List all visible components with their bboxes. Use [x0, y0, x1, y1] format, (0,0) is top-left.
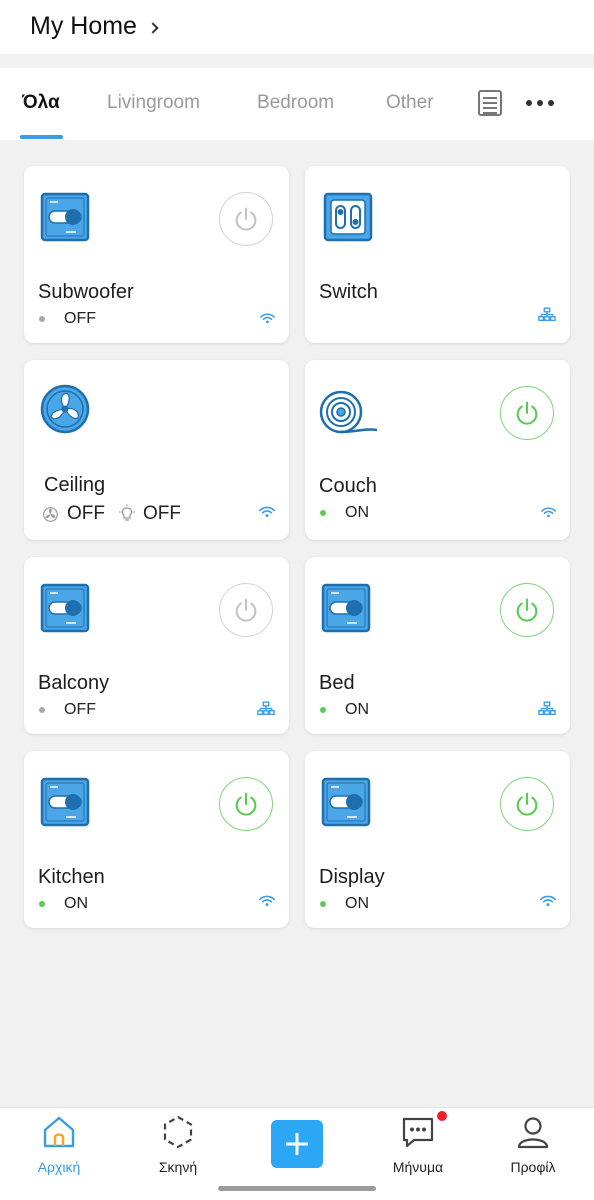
- device-status: OFF OFF: [38, 503, 181, 525]
- wifi-icon: [260, 313, 275, 324]
- status-text: OFF: [64, 310, 96, 327]
- double-switch-icon: [323, 192, 373, 242]
- status-dot: [39, 316, 45, 322]
- status-dot: [39, 901, 45, 907]
- device-card-ceiling[interactable]: Ceiling OFF OFF: [24, 360, 289, 540]
- wifi-icon: [259, 506, 275, 518]
- message-icon: [402, 1117, 434, 1148]
- fan-icon: [40, 384, 90, 434]
- notification-badge: [437, 1111, 447, 1121]
- device-name: Switch: [319, 281, 378, 303]
- led-strip-icon: [319, 388, 379, 438]
- status-text: OFF: [64, 701, 96, 718]
- more-options-icon[interactable]: [526, 100, 554, 106]
- room-list-icon[interactable]: [478, 90, 502, 116]
- device-name: Kitchen: [38, 866, 105, 888]
- power-icon: [513, 399, 541, 427]
- tab-all[interactable]: Όλα: [22, 92, 60, 114]
- power-icon: [513, 596, 541, 624]
- nav-messages-label: Μήνυμα: [392, 1159, 444, 1175]
- nav-home[interactable]: Αρχική: [14, 1114, 104, 1175]
- device-name: Ceiling: [44, 474, 106, 496]
- wifi-icon: [540, 895, 556, 907]
- device-card-switch[interactable]: Switch: [305, 166, 570, 343]
- tab-other[interactable]: Other: [386, 92, 434, 114]
- tab-bedroom[interactable]: Bedroom: [257, 92, 334, 114]
- power-button[interactable]: [500, 777, 554, 831]
- status-text: ON: [345, 504, 369, 521]
- device-card-balcony[interactable]: Balcony OFF: [24, 557, 289, 734]
- light-status-text: OFF: [143, 503, 181, 524]
- power-icon: [513, 790, 541, 818]
- status-dot: [320, 510, 326, 516]
- plus-icon: [286, 1133, 308, 1155]
- nav-scene[interactable]: Σκηνή: [133, 1114, 223, 1175]
- wall-switch-icon: [321, 583, 371, 633]
- device-name: Subwoofer: [38, 281, 134, 303]
- nav-home-label: Αρχική: [37, 1159, 81, 1175]
- power-icon: [232, 205, 260, 233]
- room-tabs: Όλα Livingroom Bedroom Other: [0, 68, 594, 140]
- hub-connection-icon: [538, 701, 556, 716]
- nav-scene-label: Σκηνή: [158, 1159, 198, 1175]
- power-button[interactable]: [500, 386, 554, 440]
- status-dot: [320, 707, 326, 713]
- bulb-icon: [119, 504, 135, 521]
- device-name: Display: [319, 866, 385, 888]
- wall-switch-icon: [40, 583, 90, 633]
- device-status: ON: [319, 701, 369, 719]
- status-dot: [320, 901, 326, 907]
- scene-icon: [163, 1115, 193, 1149]
- device-name: Couch: [319, 475, 377, 497]
- wifi-icon: [259, 895, 275, 907]
- nav-profile[interactable]: Προφίλ: [488, 1114, 578, 1175]
- wall-switch-icon: [321, 777, 371, 827]
- device-status: ON: [319, 504, 369, 522]
- status-text: ON: [345, 701, 369, 718]
- home-icon: [43, 1116, 75, 1148]
- status-dot: [39, 707, 45, 713]
- fan-status-text: OFF: [67, 503, 105, 524]
- active-tab-indicator: [20, 135, 63, 139]
- home-title: My Home: [30, 12, 137, 40]
- device-card-couch[interactable]: Couch ON: [305, 360, 570, 540]
- profile-icon: [517, 1117, 549, 1149]
- chevron-right-icon: [147, 21, 159, 34]
- device-status: ON: [319, 895, 369, 913]
- device-name: Bed: [319, 672, 355, 694]
- fan-small-icon: [43, 506, 58, 522]
- status-text: ON: [345, 895, 369, 912]
- device-status: ON: [38, 895, 88, 913]
- device-card-kitchen[interactable]: Kitchen ON: [24, 751, 289, 928]
- nav-profile-label: Προφίλ: [510, 1159, 556, 1175]
- device-card-bed[interactable]: Bed ON: [305, 557, 570, 734]
- home-indicator[interactable]: [218, 1186, 376, 1191]
- power-button[interactable]: [219, 583, 273, 637]
- device-card-subwoofer[interactable]: Subwoofer OFF: [24, 166, 289, 343]
- hub-connection-icon: [257, 701, 275, 716]
- nav-messages[interactable]: Μήνυμα: [373, 1114, 463, 1175]
- hub-connection-icon: [538, 307, 556, 322]
- power-icon: [232, 790, 260, 818]
- wifi-icon: [541, 507, 556, 518]
- tab-livingroom[interactable]: Livingroom: [107, 92, 200, 114]
- add-device-button[interactable]: [271, 1120, 323, 1168]
- device-name: Balcony: [38, 672, 110, 694]
- wall-switch-icon: [40, 777, 90, 827]
- power-button[interactable]: [219, 777, 273, 831]
- device-card-display[interactable]: Display ON: [305, 751, 570, 928]
- device-status: OFF: [38, 701, 96, 719]
- wall-switch-icon: [40, 192, 90, 242]
- power-icon: [232, 596, 260, 624]
- home-selector[interactable]: My Home: [30, 12, 159, 41]
- device-status: OFF: [38, 310, 96, 328]
- top-bar: My Home: [0, 0, 594, 54]
- status-text: ON: [64, 895, 88, 912]
- power-button[interactable]: [500, 583, 554, 637]
- power-button[interactable]: [219, 192, 273, 246]
